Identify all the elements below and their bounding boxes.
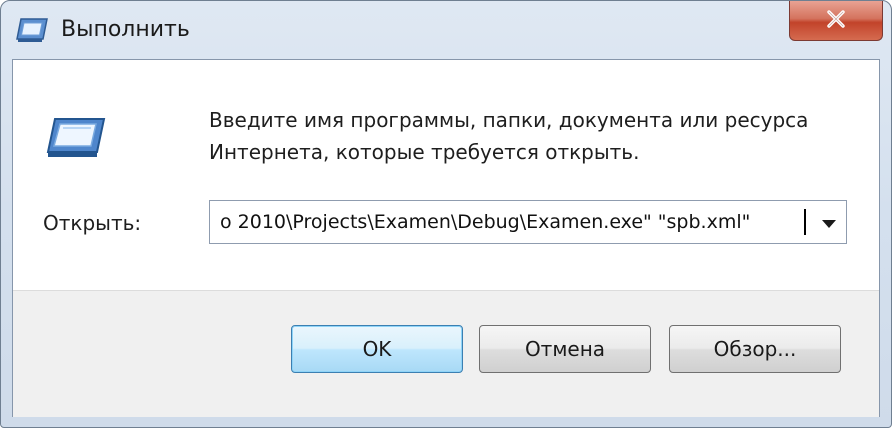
browse-button[interactable]: Обзор...	[669, 325, 841, 373]
close-button[interactable]	[789, 1, 883, 41]
run-dialog-window: Выполнить Введите имя программы, папки, …	[0, 0, 892, 428]
chevron-down-icon	[822, 213, 836, 232]
run-program-icon	[43, 116, 107, 160]
title-bar[interactable]: Выполнить	[1, 1, 891, 59]
cancel-button[interactable]: Отмена	[479, 325, 651, 373]
prompt-text: Введите имя программы, папки, документа …	[209, 108, 809, 164]
close-icon	[826, 10, 846, 31]
run-icon	[15, 17, 49, 43]
window-title: Выполнить	[61, 17, 190, 42]
open-input[interactable]	[210, 201, 810, 243]
dialog-body: Введите имя программы, папки, документа …	[12, 59, 880, 417]
open-label: Открыть:	[43, 211, 142, 235]
ok-button[interactable]: OK	[291, 325, 463, 373]
button-panel: OK Отмена Обзор...	[13, 290, 879, 417]
open-combobox[interactable]	[209, 200, 847, 244]
text-caret	[804, 209, 806, 235]
dropdown-button[interactable]	[812, 201, 846, 243]
